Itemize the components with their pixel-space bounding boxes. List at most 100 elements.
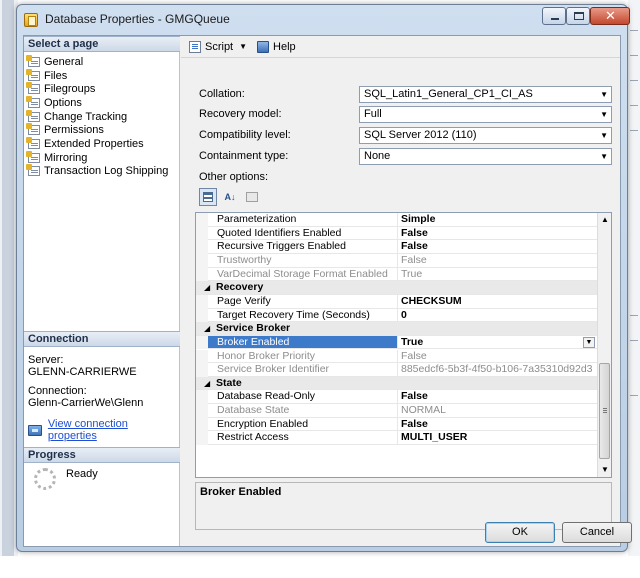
property-name: VarDecimal Storage Format Enabled xyxy=(208,267,398,282)
server-value: GLENN-CARRIERWE xyxy=(28,366,137,378)
property-name: Encryption Enabled xyxy=(208,417,398,432)
property-value[interactable]: False xyxy=(398,227,597,241)
property-row-gutter xyxy=(196,240,208,254)
recovery-model-select[interactable]: Full ▼ xyxy=(359,106,612,123)
property-pages-button[interactable] xyxy=(243,188,261,206)
property-value[interactable]: Simple xyxy=(398,213,597,227)
help-button[interactable]: Help xyxy=(257,40,296,53)
property-name: Service Broker Identifier xyxy=(208,363,398,377)
property-row-gutter xyxy=(196,308,208,323)
scrollbar-thumb[interactable] xyxy=(599,363,610,459)
property-row[interactable]: Database State NORMAL xyxy=(196,404,597,418)
dialog-client-area: Select a page General Files Filegroups O… xyxy=(23,35,621,547)
property-value[interactable]: False xyxy=(398,418,597,432)
property-row[interactable]: Encryption Enabled False xyxy=(196,417,597,432)
sort-alphabetical-icon: A↓ xyxy=(224,192,236,202)
page-icon xyxy=(26,164,40,177)
property-name: Page Verify xyxy=(208,294,398,309)
property-row[interactable]: Broker Enabled True ▼ xyxy=(196,335,597,350)
property-value[interactable]: NORMAL xyxy=(398,404,597,418)
property-name: Trustworthy xyxy=(208,253,398,268)
chevron-down-icon[interactable]: ▼ xyxy=(600,87,608,102)
page-item-mirroring[interactable]: Mirroring xyxy=(26,150,178,165)
property-value[interactable]: True xyxy=(398,268,597,282)
property-value[interactable]: False xyxy=(398,240,597,254)
property-row[interactable]: Trustworthy False xyxy=(196,253,597,268)
containment-type-select[interactable]: None ▼ xyxy=(359,148,612,165)
view-connection-properties-row[interactable]: View connection properties xyxy=(28,418,179,442)
property-row[interactable]: Quoted Identifiers Enabled False xyxy=(196,226,597,241)
page-item-general[interactable]: General xyxy=(26,54,178,69)
property-row[interactable]: VarDecimal Storage Format Enabled True xyxy=(196,267,597,282)
property-value[interactable]: MULTI_USER xyxy=(398,431,597,446)
property-name: Broker Enabled xyxy=(208,335,398,350)
cancel-button[interactable]: Cancel xyxy=(562,522,632,543)
property-row[interactable]: Page Verify CHECKSUM xyxy=(196,294,597,309)
property-row[interactable]: Restrict Access MULTI_USER xyxy=(196,431,597,446)
property-category-name: Service Broker xyxy=(196,322,597,336)
page-icon xyxy=(26,54,40,67)
ok-button[interactable]: OK xyxy=(485,522,555,543)
property-name: Database State xyxy=(208,404,398,418)
left-pane: Select a page General Files Filegroups O… xyxy=(24,36,180,546)
collation-select[interactable]: SQL_Latin1_General_CP1_CI_AS ▼ xyxy=(359,86,612,103)
view-connection-properties-link[interactable]: View connection properties xyxy=(48,418,179,442)
page-item-files[interactable]: Files xyxy=(26,68,178,83)
property-row[interactable]: Target Recovery Time (Seconds) 0 xyxy=(196,308,597,323)
property-name: Recursive Triggers Enabled xyxy=(208,240,398,254)
chevron-down-icon[interactable]: ▼ xyxy=(600,107,608,122)
script-button[interactable]: Script ▼ xyxy=(189,40,247,53)
property-row[interactable]: Honor Broker Priority False xyxy=(196,349,597,364)
property-grid[interactable]: Parameterization Simple Quoted Identifiers… xyxy=(195,212,612,478)
property-row[interactable]: Recursive Triggers Enabled False xyxy=(196,240,597,254)
page-item-label: Permissions xyxy=(44,124,104,137)
page-item-label: Mirroring xyxy=(44,151,88,164)
property-row[interactable]: Service Broker Identifier 885edcf6-5b3f-4… xyxy=(196,363,597,377)
chevron-down-icon[interactable]: ▼ xyxy=(600,128,608,143)
page-item-transaction-log-shipping[interactable]: Transaction Log Shipping xyxy=(26,164,178,179)
page-item-change-tracking[interactable]: Change Tracking xyxy=(26,109,178,124)
connection-header: Connection xyxy=(24,331,180,347)
page-icon xyxy=(26,82,40,95)
property-category-row[interactable]: State ◢ xyxy=(196,376,597,391)
page-item-options[interactable]: Options xyxy=(26,95,178,110)
property-row[interactable]: Parameterization Simple xyxy=(196,213,597,227)
property-value[interactable]: 885edcf6-5b3f-4f50-b106-7a35310d92d3 xyxy=(398,363,597,377)
page-item-permissions[interactable]: Permissions xyxy=(26,123,178,137)
chevron-down-icon[interactable]: ▼ xyxy=(600,149,608,164)
progress-header: Progress xyxy=(24,447,180,463)
minimize-button[interactable] xyxy=(542,7,566,25)
background-mark xyxy=(630,130,638,131)
property-value[interactable]: False xyxy=(398,254,597,268)
chevron-down-icon[interactable]: ▼ xyxy=(239,42,247,51)
alphabetical-button[interactable]: A↓ xyxy=(221,188,239,206)
property-name: Quoted Identifiers Enabled xyxy=(208,226,398,241)
property-value[interactable]: True xyxy=(398,336,597,350)
title-bar[interactable]: Database Properties - GMGQueue ✕ xyxy=(17,5,630,33)
maximize-button[interactable] xyxy=(566,7,590,25)
scroll-up-icon[interactable]: ▲ xyxy=(598,213,611,227)
collapse-icon[interactable]: ◢ xyxy=(204,322,210,335)
property-category-row[interactable]: Recovery ◢ xyxy=(196,281,597,295)
value-dropdown-icon[interactable]: ▼ xyxy=(583,336,595,348)
property-grid-scrollbar[interactable]: ▲ ▼ xyxy=(597,213,611,477)
property-value[interactable]: False xyxy=(398,390,597,405)
help-icon xyxy=(257,40,270,53)
scroll-down-icon[interactable]: ▼ xyxy=(598,463,611,477)
categorized-button[interactable] xyxy=(199,188,217,206)
property-row[interactable]: Database Read-Only False xyxy=(196,390,597,405)
dialog-toolbar: Script ▼ Help xyxy=(181,36,620,58)
page-item-filegroups[interactable]: Filegroups xyxy=(26,82,178,96)
property-value[interactable]: False xyxy=(398,350,597,364)
close-button[interactable]: ✕ xyxy=(590,7,630,25)
property-category-row[interactable]: Service Broker ◢ xyxy=(196,322,597,336)
property-category-name: Recovery xyxy=(196,281,597,295)
collapse-icon[interactable]: ◢ xyxy=(204,281,210,294)
compatibility-level-select[interactable]: SQL Server 2012 (110) ▼ xyxy=(359,127,612,144)
property-value[interactable]: CHECKSUM xyxy=(398,295,597,309)
window-title: Database Properties - GMGQueue xyxy=(45,12,230,26)
connection-label: Connection: xyxy=(28,385,87,397)
page-item-extended-properties[interactable]: Extended Properties xyxy=(26,136,178,151)
property-value[interactable]: 0 xyxy=(398,309,597,323)
collapse-icon[interactable]: ◢ xyxy=(204,377,210,390)
